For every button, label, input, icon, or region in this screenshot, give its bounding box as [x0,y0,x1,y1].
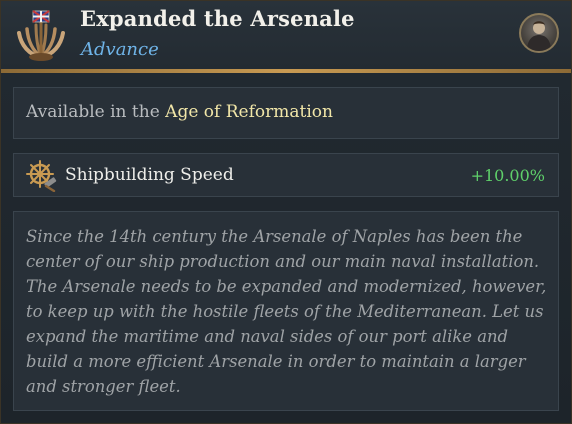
header-divider [1,69,571,73]
ship-wheel-hammer-icon [26,160,57,192]
availability-box: Available in the Age of Reformation [13,87,559,139]
age-name-link[interactable]: Age of Reformation [165,102,333,122]
description-line: and stronger fleet. [26,377,181,396]
portrait-icon [527,21,551,51]
advance-title: Expanded the Arsenale [80,6,355,31]
ruler-portrait-avatar[interactable] [519,13,559,53]
availability-text: Available in the Age of Reformation [26,102,333,122]
modifier-label: Shipbuilding Speed [65,165,234,185]
description-line: The Arsenale needs to be expanded and mo… [26,277,547,296]
description-line: expand the maritime and naval sides of o… [26,327,509,346]
description-text: Since the 14th century the Arsenale of N… [26,224,552,399]
availability-prefix: Available in the [26,102,160,122]
modifier-value: +10.00% [470,166,545,185]
description-line: to keep up with the hostile fleets of th… [26,302,544,321]
modifier-row: Shipbuilding Speed +10.00% [13,153,559,197]
advance-tooltip: Expanded the Arsenale Advance Available … [0,0,572,424]
tooltip-header: Expanded the Arsenale Advance [1,1,571,69]
description-line: center of our ship production and our ma… [26,252,540,271]
description-line: build a more efficient Arsenale in order… [26,352,526,371]
advance-type-label: Advance [81,39,159,60]
description-line: Since the 14th century the Arsenale of N… [26,227,523,246]
ship-hull-frame-icon [17,10,65,61]
description-box: Since the 14th century the Arsenale of N… [13,211,559,411]
